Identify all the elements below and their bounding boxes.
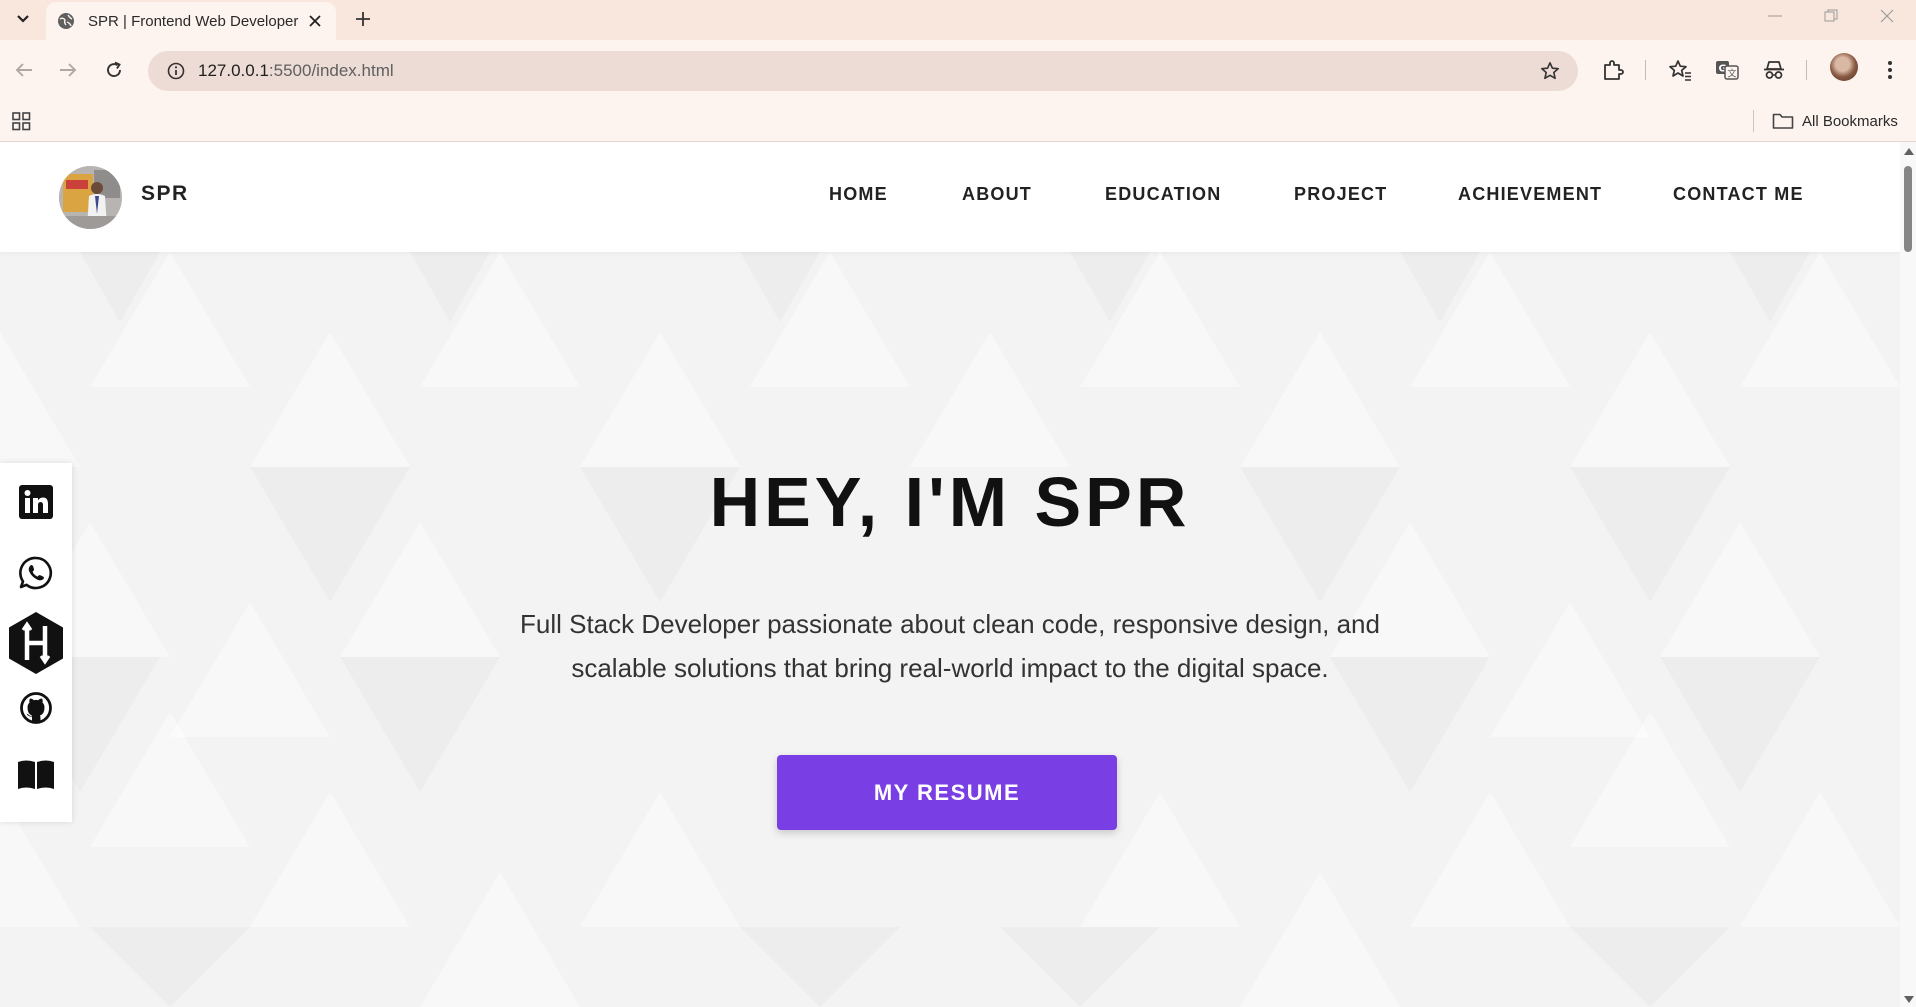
back-button[interactable] [8,54,40,86]
url-host: 127.0.0.1 [198,61,269,80]
apps-button[interactable] [10,109,34,133]
star-icon [1541,62,1559,80]
window-close-button[interactable] [1859,0,1915,32]
plus-icon [356,12,370,26]
page-scrollbar[interactable] [1900,142,1916,1007]
minimize-button[interactable] [1747,0,1803,32]
hero-subtitle: Full Stack Developer passionate about cl… [520,609,1380,683]
bookmarks-divider [1753,110,1754,132]
scroll-down-arrow-icon[interactable] [1904,996,1914,1003]
linkedin-icon [19,485,53,519]
portrait-photo [59,166,122,229]
my-resume-button[interactable]: MY RESUME [777,755,1117,830]
social-sidebar [0,463,72,822]
incognito-icon [1764,61,1784,79]
back-icon [15,63,32,77]
page-viewport: SPR HOME ABOUT EDUCATION PROJECT ACHIEVE… [0,142,1900,1007]
info-icon [167,62,185,80]
minimize-icon [1768,15,1782,17]
bookmarks-button[interactable] [1664,54,1696,86]
hero-title: HEY, I'M SPR [709,463,1191,541]
nav-education[interactable]: EDUCATION [1105,184,1221,205]
apps-grid-icon [12,112,31,131]
browser-tab-bar: SPR | Frontend Web Developer [0,0,1916,40]
browser-menu-button[interactable] [1874,54,1906,86]
scrollbar-thumb[interactable] [1904,166,1912,252]
hackerrank-link[interactable] [0,608,72,678]
reload-icon [107,61,121,77]
translate-icon: G文 [1716,61,1739,80]
svg-text:文: 文 [1728,68,1737,80]
folder-icon [1772,113,1794,129]
url-path: :5500/index.html [268,61,394,80]
nav-contact-me[interactable]: CONTACT ME [1673,184,1804,205]
github-icon [20,692,52,724]
all-bookmarks-label: All Bookmarks [1802,112,1898,130]
nav-achievement[interactable]: ACHIEVEMENT [1458,184,1602,205]
translate-button[interactable]: G文 [1711,54,1743,86]
globe-icon [56,11,76,31]
bookmarks-bar: All Bookmarks [0,100,1916,142]
extensions-icon [1604,60,1624,80]
hero-section: HEY, I'M SPR Full Stack Developer passio… [0,252,1900,1007]
browser-toolbar: 127.0.0.1:5500/index.html G文 [0,40,1916,100]
incognito-button[interactable] [1758,54,1790,86]
tab-title: SPR | Frontend Web Developer [88,12,299,30]
nav-about[interactable]: ABOUT [962,184,1032,205]
book-icon [18,760,54,789]
forward-icon [60,63,77,77]
logo-text[interactable]: SPR [141,182,189,206]
linkedin-link[interactable] [0,477,72,527]
profile-avatar[interactable] [1830,53,1858,81]
restore-button[interactable] [1803,0,1859,32]
reload-button[interactable] [98,54,130,86]
blog-book-link[interactable] [0,749,72,799]
nav-home[interactable]: HOME [829,184,888,205]
toolbar-divider [1645,60,1646,80]
bookmark-star-icon [1669,60,1691,81]
close-icon [309,15,321,27]
site-header: SPR HOME ABOUT EDUCATION PROJECT ACHIEVE… [0,142,1900,252]
github-link[interactable] [0,683,72,733]
nav-project[interactable]: PROJECT [1294,184,1387,205]
url-text[interactable]: 127.0.0.1:5500/index.html [198,61,1530,81]
bookmark-page-button[interactable] [1530,51,1570,91]
site-info-button[interactable] [156,51,196,91]
whatsapp-icon [19,556,53,590]
tab-search-icon [17,15,29,23]
whatsapp-link[interactable] [0,548,72,598]
logo-avatar[interactable] [59,166,122,229]
all-bookmarks-button[interactable]: All Bookmarks [1772,106,1898,136]
toolbar-divider [1806,60,1807,80]
tab-close-button[interactable] [304,10,326,32]
kebab-menu-icon [1888,61,1892,79]
scroll-up-arrow-icon[interactable] [1904,148,1914,155]
window-close-icon [1880,9,1894,23]
address-bar[interactable]: 127.0.0.1:5500/index.html [148,51,1578,91]
browser-tab-active[interactable]: SPR | Frontend Web Developer [46,2,336,40]
extensions-button[interactable] [1597,54,1629,86]
hackerrank-icon [9,612,63,674]
restore-icon [1824,9,1838,22]
tab-search-button[interactable] [8,4,38,34]
forward-button[interactable] [52,54,84,86]
new-tab-button[interactable] [348,4,378,34]
